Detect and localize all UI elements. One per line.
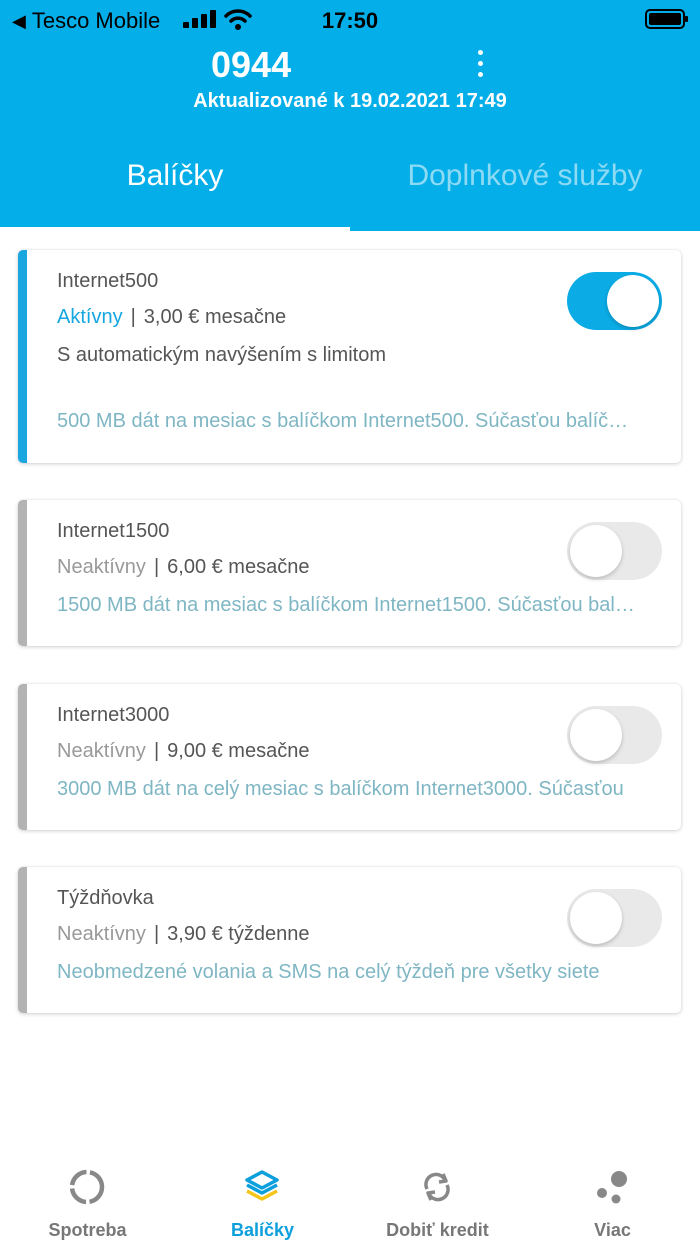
- active-tab-indicator: [0, 227, 350, 231]
- package-status: Neaktívny: [57, 923, 146, 945]
- package-status-price: Neaktívny | 6,00 € mesačne: [57, 556, 310, 578]
- package-description[interactable]: 500 MB dát na mesiac s balíčkom Internet…: [57, 410, 637, 433]
- package-toggle[interactable]: [567, 522, 662, 580]
- refresh-icon: [424, 1172, 450, 1202]
- bottom-navigation: Spotreba Balíčky Dobiť kredit Viac: [0, 1160, 700, 1244]
- more-options-icon[interactable]: [470, 50, 490, 84]
- package-name: Internet3000: [57, 704, 170, 726]
- package-card[interactable]: Internet1500 Neaktívny | 6,00 € mesačne 15…: [18, 500, 681, 646]
- card-accent-bar: [18, 500, 27, 646]
- package-description[interactable]: 3000 MB dát na celý mesiac s balíčkom In…: [57, 778, 637, 801]
- package-card[interactable]: Internet500 Aktívny | 3,00 € mesačne S aut…: [18, 250, 681, 463]
- package-status: Neaktívny: [57, 740, 146, 762]
- card-accent-bar: [18, 867, 27, 1013]
- nav-label: Dobiť kredit: [386, 1220, 489, 1240]
- tab-packages[interactable]: Balíčky: [0, 156, 350, 206]
- package-status-price: Neaktívny | 9,00 € mesačne: [57, 740, 310, 762]
- more-dots-icon: [597, 1171, 627, 1204]
- package-toggle[interactable]: [567, 706, 662, 764]
- status-time: 17:50: [321, 8, 379, 33]
- package-price: 3,00 € mesačne: [143, 306, 287, 328]
- nav-label: Balíčky: [230, 1220, 295, 1240]
- status-bar: ◀ Tesco Mobile 17:50: [0, 0, 700, 40]
- last-updated: Aktualizované k 19.02.2021 17:49: [193, 90, 507, 112]
- package-name: Internet500: [57, 270, 159, 292]
- app-header: ◀ Tesco Mobile 17:50 0944 Aktualizované …: [0, 0, 700, 231]
- nav-label: Spotreba: [48, 1220, 127, 1240]
- nav-usage[interactable]: Spotreba: [0, 1160, 175, 1244]
- phone-number: 0944: [211, 44, 292, 85]
- nav-label: Viac: [594, 1220, 631, 1240]
- tab-additional-services[interactable]: Doplnkové služby: [350, 156, 700, 206]
- package-status: Aktívny: [57, 306, 123, 328]
- package-note: S automatickým navýšením s limitom: [57, 344, 386, 366]
- nav-top-up[interactable]: Dobiť kredit: [350, 1160, 525, 1244]
- package-price: 6,00 € mesačne: [167, 556, 310, 578]
- package-description[interactable]: Neobmedzené volania a SMS na celý týždeň…: [57, 961, 637, 984]
- nav-packages[interactable]: Balíčky: [175, 1160, 350, 1244]
- package-name: Týždňovka: [57, 887, 154, 909]
- package-status-price: Neaktívny | 3,90 € týždenne: [57, 923, 310, 945]
- battery-icon: [645, 9, 688, 29]
- package-toggle[interactable]: [567, 889, 662, 947]
- package-price: 9,00 € mesačne: [167, 740, 310, 762]
- package-price: 3,90 € týždenne: [167, 923, 310, 945]
- package-description[interactable]: 1500 MB dát na mesiac s balíčkom Interne…: [57, 594, 637, 617]
- card-accent-bar: [18, 250, 27, 463]
- package-card[interactable]: Týždňovka Neaktívny | 3,90 € týždenne Neob…: [18, 867, 681, 1013]
- package-toggle[interactable]: [567, 272, 662, 330]
- package-status: Neaktívny: [57, 556, 146, 578]
- usage-ring-icon: [69, 1169, 105, 1205]
- nav-more[interactable]: Viac: [525, 1160, 700, 1244]
- card-accent-bar: [18, 684, 27, 830]
- package-name: Internet1500: [57, 520, 170, 542]
- layers-icon: [245, 1170, 279, 1201]
- package-card[interactable]: Internet3000 Neaktívny | 9,00 € mesačne 30…: [18, 684, 681, 830]
- package-status-price: Aktívny | 3,00 € mesačne: [57, 306, 287, 328]
